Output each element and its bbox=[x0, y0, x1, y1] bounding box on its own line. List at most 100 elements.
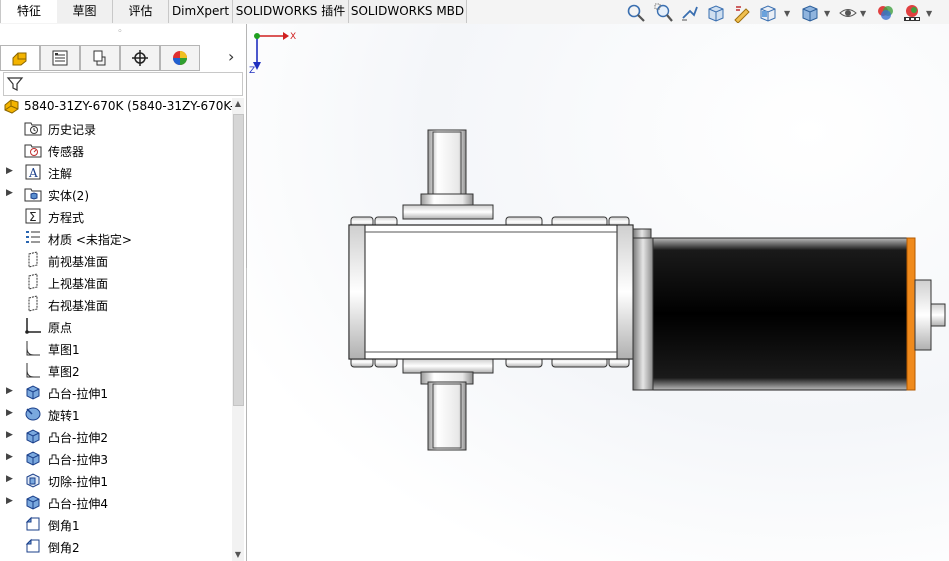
tab-label: 特征 bbox=[16, 4, 41, 18]
tree-item[interactable]: ▶ A 注解 bbox=[0, 161, 232, 183]
chevron-right-icon[interactable]: ▶ bbox=[6, 165, 14, 177]
chevron-right-icon[interactable]: ▶ bbox=[6, 451, 14, 463]
chevron-right-icon[interactable]: › bbox=[228, 47, 242, 67]
boss-extrude-icon bbox=[26, 429, 40, 444]
tree-item[interactable]: ▶ 凸台-拉伸4 bbox=[0, 491, 232, 513]
history-folder-icon bbox=[24, 122, 42, 136]
tree-item[interactable]: 倒角2 bbox=[0, 535, 232, 557]
tab-evaluate[interactable]: 评估 bbox=[113, 0, 169, 23]
display-manager-icon bbox=[173, 51, 187, 65]
previous-view-icon[interactable] bbox=[680, 3, 700, 23]
tree-item[interactable]: Σ 方程式 bbox=[0, 205, 232, 227]
tree-scrollbar[interactable]: ▲ ▼ bbox=[232, 98, 244, 561]
tab-solidworks-mbd[interactable]: SOLIDWORKS MBD bbox=[349, 0, 467, 23]
tree-item-label: 原点 bbox=[48, 321, 73, 335]
feature-tree: 5840-31ZY-670K (5840-31ZY-670K- 历史记录 传感器 ▶… bbox=[0, 96, 232, 561]
apply-scene-icon[interactable] bbox=[902, 3, 922, 23]
chevron-right-icon[interactable]: ▶ bbox=[6, 429, 14, 441]
chevron-right-icon[interactable]: ▶ bbox=[6, 385, 14, 397]
tree-item-label: 凸台-拉伸2 bbox=[48, 431, 108, 445]
hide-show-icon[interactable] bbox=[838, 3, 858, 23]
chamfer-icon bbox=[25, 538, 40, 553]
configuration-manager-icon bbox=[93, 50, 106, 66]
tab-label: 评估 bbox=[128, 4, 153, 18]
tree-item[interactable]: ▶ 实体(2) bbox=[0, 183, 232, 205]
view-orientation-icon[interactable] bbox=[758, 3, 778, 23]
tab-dimxpert[interactable]: DimXpert bbox=[169, 0, 233, 23]
display-style-icon[interactable] bbox=[800, 3, 820, 23]
display-manager-tab[interactable] bbox=[160, 45, 200, 71]
tree-item[interactable]: 草图2 bbox=[0, 359, 232, 381]
chevron-down-icon[interactable]: ▼ bbox=[824, 9, 831, 18]
tree-item[interactable]: ▶ 旋转1 bbox=[0, 403, 232, 425]
equations-icon: Σ bbox=[25, 208, 41, 224]
boss-extrude-icon bbox=[26, 495, 40, 510]
tree-item-label: 倒角1 bbox=[48, 519, 80, 533]
tree-item[interactable]: 原点 bbox=[0, 315, 232, 337]
boss-extrude-icon bbox=[26, 451, 40, 466]
tab-label: SOLIDWORKS MBD bbox=[350, 4, 465, 18]
scrollbar-thumb[interactable] bbox=[233, 114, 244, 406]
tree-item-label: 前视基准面 bbox=[48, 255, 109, 269]
tree-item[interactable]: 材质 <未指定> bbox=[0, 227, 232, 249]
tree-item-label: 历史记录 bbox=[48, 123, 97, 137]
dynamic-annotation-icon[interactable] bbox=[732, 3, 752, 24]
scroll-down-icon[interactable]: ▼ bbox=[232, 549, 244, 561]
tree-item-label: 右视基准面 bbox=[48, 299, 109, 313]
tab-solidworks-addins[interactable]: SOLIDWORKS 插件 bbox=[233, 0, 349, 23]
property-manager-tab[interactable] bbox=[40, 45, 80, 71]
section-view-icon[interactable] bbox=[706, 3, 726, 23]
chevron-down-icon[interactable]: ▼ bbox=[926, 9, 933, 18]
graphics-area[interactable]: X Z bbox=[247, 24, 949, 561]
tree-item[interactable]: 历史记录 bbox=[0, 117, 232, 139]
tree-item[interactable]: 草图1 bbox=[0, 337, 232, 359]
chevron-right-icon[interactable]: ▶ bbox=[6, 407, 14, 419]
tab-sketch[interactable]: 草图 bbox=[57, 0, 113, 23]
feature-manager-panel: ◦ › 5840-31ZY-670K (5840-31ZY-670K- 历史记录… bbox=[0, 24, 247, 561]
tree-root-part[interactable]: 5840-31ZY-670K (5840-31ZY-670K- bbox=[0, 96, 232, 116]
tree-item[interactable]: 倒角1 bbox=[0, 513, 232, 535]
chamfer-icon bbox=[25, 516, 40, 531]
tree-item-label: 材质 <未指定> bbox=[48, 233, 132, 247]
sketch-icon bbox=[26, 363, 40, 378]
chevron-right-icon[interactable]: ▶ bbox=[6, 495, 14, 507]
dimxpert-manager-tab[interactable] bbox=[120, 45, 160, 71]
reference-triad: X Z bbox=[249, 32, 296, 74]
model-view bbox=[247, 24, 949, 561]
tree-item-label: 草图1 bbox=[48, 343, 80, 357]
chevron-down-icon[interactable]: ▼ bbox=[860, 9, 867, 18]
tree-item[interactable]: ▶ 凸台-拉伸1 bbox=[0, 381, 232, 403]
gearbox-housing bbox=[348, 224, 634, 360]
tree-item[interactable]: ▶ 凸台-拉伸3 bbox=[0, 447, 232, 469]
tree-item[interactable]: ▶ 凸台-拉伸2 bbox=[0, 425, 232, 447]
zoom-area-icon[interactable] bbox=[654, 3, 674, 23]
panel-grip[interactable]: ◦ bbox=[116, 28, 124, 37]
boss-extrude-icon bbox=[26, 385, 40, 400]
tree-item-label: 注解 bbox=[48, 167, 73, 181]
revolve-icon bbox=[25, 407, 41, 421]
tree-item[interactable]: 前视基准面 bbox=[0, 249, 232, 271]
triad-z-label: Z bbox=[249, 66, 255, 74]
motor-body bbox=[632, 237, 916, 391]
zoom-to-fit-icon[interactable] bbox=[626, 3, 646, 23]
tree-item[interactable]: 传感器 bbox=[0, 139, 232, 161]
tree-filter-box[interactable] bbox=[3, 72, 243, 96]
tab-label: 草图 bbox=[72, 4, 97, 18]
tree-item-label: 切除-拉伸1 bbox=[48, 475, 108, 489]
tree-item[interactable]: 右视基准面 bbox=[0, 293, 232, 315]
chevron-right-icon[interactable]: ▶ bbox=[6, 473, 14, 485]
tree-item[interactable]: 上视基准面 bbox=[0, 271, 232, 293]
tab-features[interactable]: 特征 bbox=[0, 0, 58, 23]
scroll-up-icon[interactable]: ▲ bbox=[232, 98, 244, 110]
svg-text:Σ: Σ bbox=[29, 210, 37, 224]
plane-icon bbox=[28, 295, 38, 312]
tree-item[interactable]: ▶ 切除-拉伸1 bbox=[0, 469, 232, 491]
tree-root-label: 5840-31ZY-670K (5840-31ZY-670K- bbox=[24, 99, 232, 113]
feature-manager-tab[interactable] bbox=[0, 45, 40, 71]
plane-icon bbox=[28, 273, 38, 290]
tree-item-label: 上视基准面 bbox=[48, 277, 109, 291]
edit-appearance-icon[interactable] bbox=[876, 3, 896, 23]
chevron-down-icon[interactable]: ▼ bbox=[784, 9, 791, 18]
chevron-right-icon[interactable]: ▶ bbox=[6, 187, 14, 199]
configuration-manager-tab[interactable] bbox=[80, 45, 120, 71]
